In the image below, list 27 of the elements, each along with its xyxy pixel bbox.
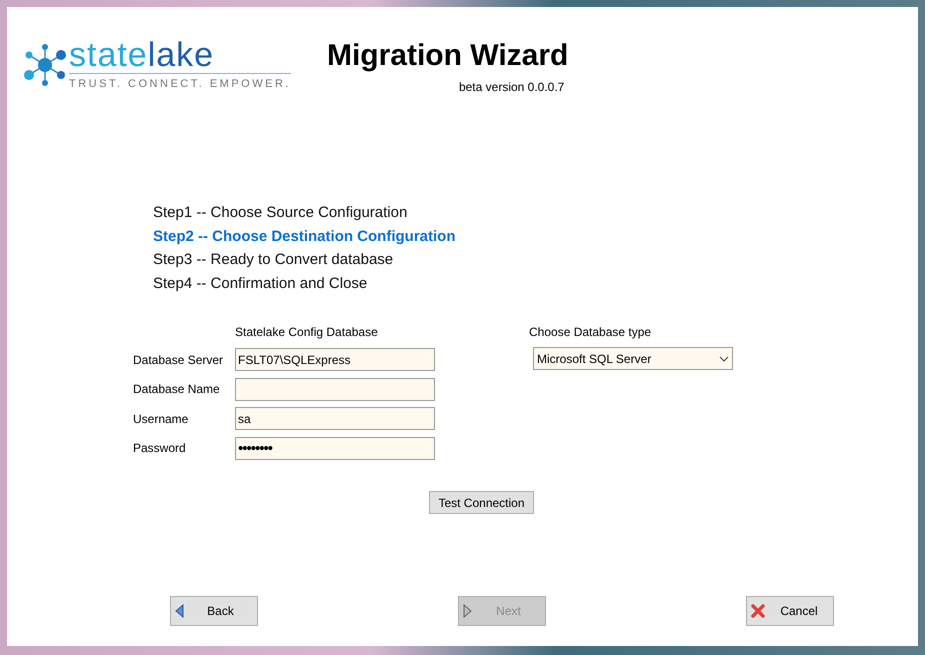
right-triangle-icon (463, 604, 472, 618)
password-field[interactable]: •••••••• (235, 436, 435, 460)
input-field[interactable]: FSLT07\SQLExpress (235, 348, 435, 372)
logo-wordmark: statelake (69, 38, 291, 74)
step-label: Step4 -- Confirmation and Close (153, 274, 368, 294)
logo-tagline: TRUST. CONNECT. EMPOWER. (69, 77, 291, 92)
field-label: Database Server (133, 352, 224, 369)
field-label: Database Name (133, 381, 221, 398)
chevron-down-icon (719, 356, 729, 362)
network-node-icon (23, 43, 67, 88)
back-button[interactable]: Back (170, 596, 258, 626)
window-title: Migration Wizard (326, 38, 568, 74)
step-label: Step3 -- Ready to Convert database (153, 250, 394, 270)
cancel-button[interactable]: Cancel (746, 596, 834, 626)
test-connection-button[interactable]: Test Connection (429, 491, 534, 514)
input-field[interactable]: sa (235, 407, 435, 430)
left-triangle-icon (175, 604, 184, 618)
step-label: Step2 -- Choose Destination Configuration (153, 226, 456, 246)
section-heading: Choose Database type (529, 324, 652, 341)
field-label: Username (133, 410, 190, 428)
step-label: Step1 -- Choose Source Configuration (153, 203, 408, 223)
input-field[interactable] (235, 378, 435, 401)
field-label: Password (133, 440, 187, 458)
close-icon (751, 604, 765, 618)
database-type-dropdown[interactable]: Microsoft SQL Server (533, 347, 733, 370)
version-text: beta version 0.0.0.7 (458, 79, 564, 96)
section-heading: Statelake Config Database (235, 324, 379, 341)
